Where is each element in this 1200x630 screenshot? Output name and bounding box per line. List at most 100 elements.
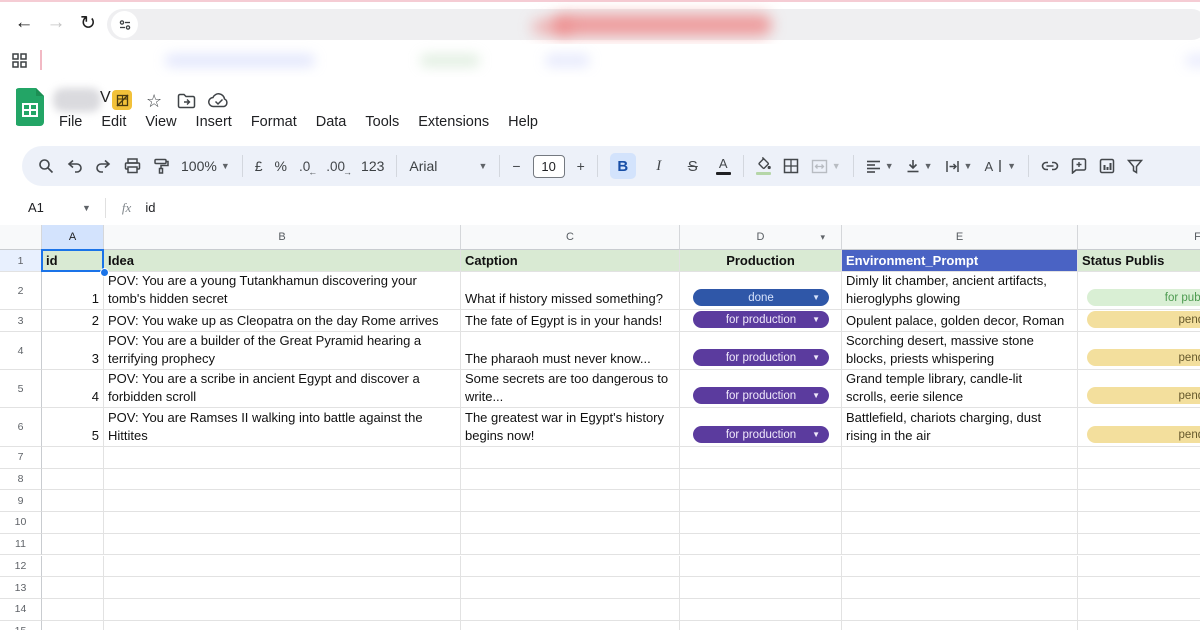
empty-cell[interactable]: [842, 490, 1078, 512]
cell-status-row4[interactable]: pending: [1078, 332, 1200, 370]
menu-edit[interactable]: Edit: [101, 114, 126, 130]
print-icon[interactable]: [124, 158, 141, 174]
cell-environment-row3[interactable]: Opulent palace, golden decor, Roman: [842, 310, 1078, 332]
increase-decimals-button[interactable]: .00→: [326, 159, 345, 174]
star-icon[interactable]: ☆: [146, 91, 162, 112]
menu-format[interactable]: Format: [251, 114, 297, 130]
insert-comment-icon[interactable]: [1071, 158, 1087, 174]
menu-extensions[interactable]: Extensions: [418, 114, 489, 130]
empty-cell[interactable]: [461, 556, 680, 578]
row-header-6[interactable]: 6: [0, 408, 42, 447]
empty-cell[interactable]: [42, 621, 104, 630]
empty-cell[interactable]: [104, 447, 461, 469]
status-chip-production[interactable]: for production▼: [693, 311, 829, 328]
empty-cell[interactable]: [842, 447, 1078, 469]
empty-cell[interactable]: [680, 512, 842, 534]
empty-cell[interactable]: [42, 512, 104, 534]
merge-cells-button[interactable]: ▼: [811, 159, 841, 174]
status-chip-pending[interactable]: pending: [1087, 387, 1200, 404]
text-wrap-button[interactable]: ▼: [945, 160, 973, 173]
cell-status-row3[interactable]: pending: [1078, 310, 1200, 332]
empty-cell[interactable]: [42, 490, 104, 512]
empty-cell[interactable]: [680, 534, 842, 556]
cell-environment-row5[interactable]: Grand temple library, candle-lit scrolls…: [842, 370, 1078, 408]
cell-environment-row6[interactable]: Battlefield, chariots charging, dust ris…: [842, 408, 1078, 447]
cell-production-row5[interactable]: for production▼: [680, 370, 842, 408]
column-header-B[interactable]: B: [104, 225, 461, 250]
create-filter-icon[interactable]: [1127, 159, 1143, 174]
cell-environment-row4[interactable]: Scorching desert, massive stone blocks, …: [842, 332, 1078, 370]
undo-icon[interactable]: [66, 159, 83, 173]
empty-cell[interactable]: [1078, 577, 1200, 599]
empty-cell[interactable]: [680, 490, 842, 512]
empty-cell[interactable]: [842, 577, 1078, 599]
cell-id-row4[interactable]: 3: [42, 332, 104, 370]
reload-icon[interactable]: ↻: [72, 12, 104, 35]
cell-caption-row2[interactable]: What if history missed something?: [461, 272, 680, 310]
text-rotation-button[interactable]: A ▼: [984, 159, 1016, 174]
empty-cell[interactable]: [42, 447, 104, 469]
empty-cell[interactable]: [461, 534, 680, 556]
menu-help[interactable]: Help: [508, 114, 538, 130]
column-header-E[interactable]: E: [842, 225, 1078, 250]
empty-cell[interactable]: [42, 556, 104, 578]
format-currency-button[interactable]: £: [255, 158, 263, 174]
empty-cell[interactable]: [1078, 512, 1200, 534]
empty-cell[interactable]: [461, 599, 680, 621]
empty-cell[interactable]: [42, 577, 104, 599]
status-chip-pending[interactable]: pending: [1087, 349, 1200, 366]
address-bar[interactable]: [107, 9, 1200, 40]
cell-production-row6[interactable]: for production▼: [680, 408, 842, 447]
cell-id-row2[interactable]: 1: [42, 272, 104, 310]
italic-button[interactable]: I: [648, 158, 670, 175]
header-cell-production[interactable]: Production: [680, 250, 842, 272]
bold-button[interactable]: B: [610, 153, 636, 179]
column-header-D[interactable]: D▾: [680, 225, 842, 250]
empty-cell[interactable]: [104, 599, 461, 621]
cell-idea-row5[interactable]: POV: You are a scribe in ancient Egypt a…: [104, 370, 461, 408]
row-header-5[interactable]: 5: [0, 370, 42, 408]
status-chip-production[interactable]: for production▼: [693, 426, 829, 443]
cell-caption-row3[interactable]: The fate of Egypt is in your hands!: [461, 310, 680, 332]
empty-cell[interactable]: [680, 447, 842, 469]
font-size-input[interactable]: 10: [529, 155, 569, 178]
zoom-select[interactable]: 100%▼: [181, 158, 230, 174]
chip-dropdown-icon[interactable]: ▼: [812, 349, 820, 367]
empty-cell[interactable]: [461, 621, 680, 630]
header-cell-status[interactable]: Status Publis: [1078, 250, 1200, 272]
empty-cell[interactable]: [680, 556, 842, 578]
format-percent-button[interactable]: %: [275, 158, 287, 174]
empty-cell[interactable]: [842, 512, 1078, 534]
empty-cell[interactable]: [461, 490, 680, 512]
text-color-button[interactable]: A: [716, 158, 731, 175]
cell-status-row5[interactable]: pending: [1078, 370, 1200, 408]
cell-idea-row3[interactable]: POV: You wake up as Cleopatra on the day…: [104, 310, 461, 332]
column-header-C[interactable]: C: [461, 225, 680, 250]
insert-chart-icon[interactable]: [1099, 158, 1115, 174]
empty-cell[interactable]: [104, 534, 461, 556]
status-chip-done[interactable]: done▼: [693, 289, 829, 306]
cell-caption-row4[interactable]: The pharaoh must never know...: [461, 332, 680, 370]
menu-tools[interactable]: Tools: [365, 114, 399, 130]
row-header-12[interactable]: 12: [0, 556, 42, 578]
google-sheets-logo[interactable]: [16, 88, 44, 126]
increase-font-size-button[interactable]: +: [577, 158, 585, 174]
cell-id-row5[interactable]: 4: [42, 370, 104, 408]
empty-cell[interactable]: [842, 621, 1078, 630]
empty-cell[interactable]: [680, 577, 842, 599]
status-chip-production[interactable]: for production▼: [693, 349, 829, 366]
header-cell-environment[interactable]: Environment_Prompt: [842, 250, 1078, 272]
empty-cell[interactable]: [842, 534, 1078, 556]
cell-status-row2[interactable]: for publishing: [1078, 272, 1200, 310]
cell-status-row6[interactable]: pending: [1078, 408, 1200, 447]
select-all-corner[interactable]: [0, 225, 42, 250]
empty-cell[interactable]: [104, 556, 461, 578]
name-box[interactable]: A1: [28, 200, 78, 215]
empty-cell[interactable]: [104, 577, 461, 599]
cell-id-row6[interactable]: 5: [42, 408, 104, 447]
formula-input[interactable]: id: [145, 200, 155, 215]
cell-idea-row4[interactable]: POV: You are a builder of the Great Pyra…: [104, 332, 461, 370]
row-header-3[interactable]: 3: [0, 310, 42, 332]
empty-cell[interactable]: [1078, 556, 1200, 578]
empty-cell[interactable]: [461, 447, 680, 469]
